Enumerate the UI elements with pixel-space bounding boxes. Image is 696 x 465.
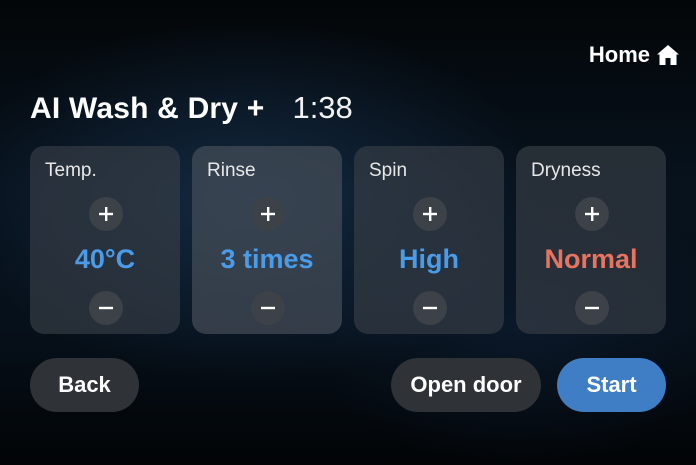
plus-icon [585,207,599,221]
setting-label: Dryness [531,160,601,181]
time-remaining: 1:38 [292,90,353,125]
program-title: AI Wash & Dry + [30,92,265,125]
spin-decrease-button[interactable] [413,291,447,325]
open-door-button[interactable]: Open door [391,358,541,412]
dryness-decrease-button[interactable] [575,291,609,325]
rinse-decrease-button[interactable] [251,291,285,325]
rinse-increase-button[interactable] [251,197,285,231]
plus-icon [423,207,437,221]
home-icon [656,44,680,66]
setting-label: Temp. [45,160,97,181]
setting-card-temp: Temp. 40°C [30,146,180,334]
setting-card-spin: Spin High [354,146,504,334]
program-header: AI Wash & Dry + 1:38 [30,90,353,126]
dryness-increase-button[interactable] [575,197,609,231]
temp-value: 40°C [74,244,136,274]
setting-label: Spin [369,160,408,181]
settings-cards: Temp. 40°C Rinse 3 times Spin High Dryne… [30,146,666,334]
minus-icon [99,306,113,310]
washer-screen: Home AI Wash & Dry + 1:38 Temp. 40°C Rin… [0,0,696,465]
minus-icon [423,306,437,310]
setting-card-rinse: Rinse 3 times [192,146,342,334]
setting-card-dryness: Dryness Normal [516,146,666,334]
plus-icon [99,207,113,221]
home-button[interactable]: Home [589,42,680,68]
home-label: Home [588,42,650,67]
temp-decrease-button[interactable] [89,291,123,325]
spin-value: High [399,244,459,274]
dryness-value: Normal [544,244,638,274]
minus-icon [585,306,599,310]
setting-label: Rinse [207,160,256,181]
back-button[interactable]: Back [30,358,139,412]
spin-increase-button[interactable] [413,197,447,231]
minus-icon [261,306,275,310]
temp-increase-button[interactable] [89,197,123,231]
rinse-value: 3 times [220,244,314,274]
start-button[interactable]: Start [557,358,666,412]
plus-icon [261,207,275,221]
